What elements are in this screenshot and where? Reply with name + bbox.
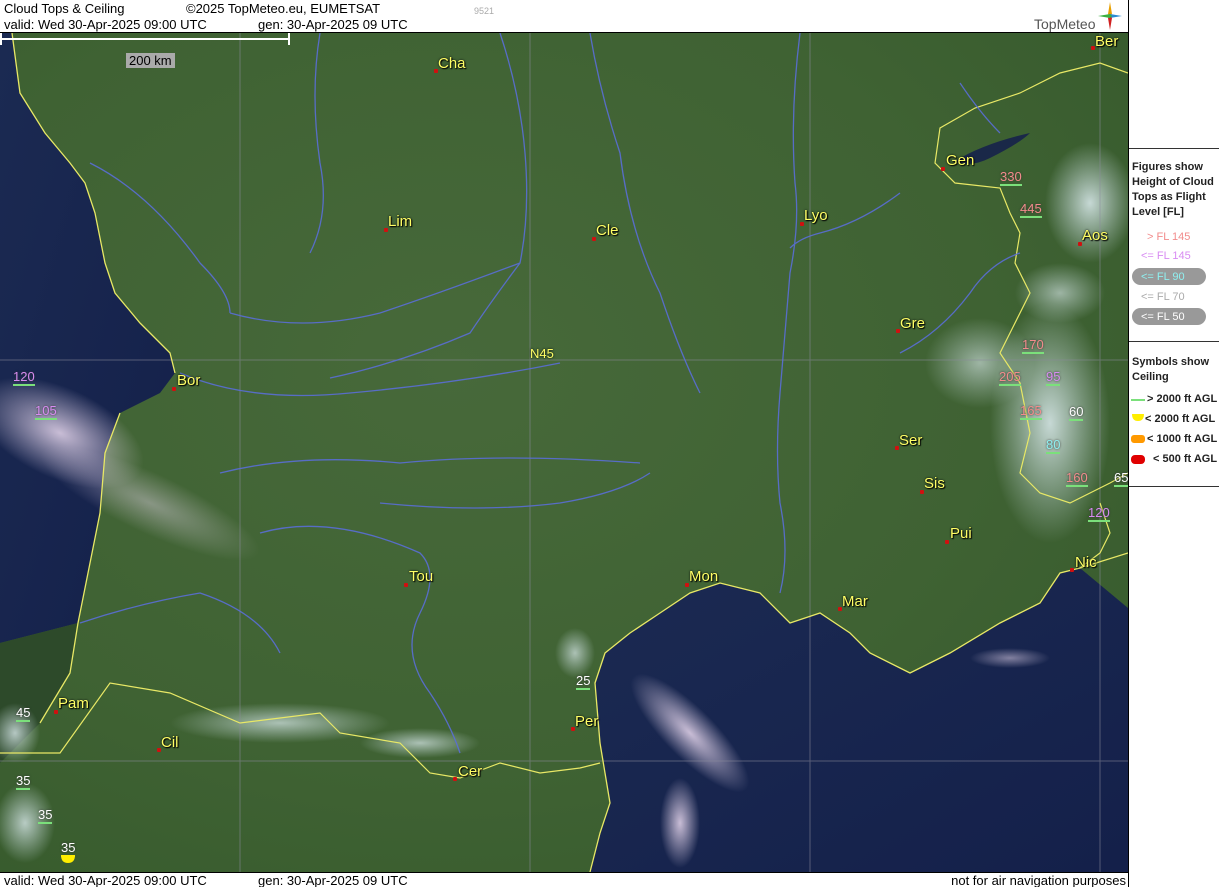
city-label[interactable]: Pam <box>58 695 89 712</box>
city-marker <box>404 583 408 587</box>
generated-time: gen: 30-Apr-2025 09 UTC <box>258 17 408 32</box>
legend-panel: Figures show Height of Cloud Tops as Fli… <box>1128 0 1219 887</box>
product-code: 9521 <box>474 6 495 16</box>
satellite-map[interactable]: 200 km N45 Cha Ber Gen Lim Cle Lyo Aos G… <box>0 33 1128 872</box>
cloud-top-figure: 45 <box>16 705 31 722</box>
city-label[interactable]: Lim <box>388 213 412 230</box>
cloud-top-figure: 445 <box>1020 201 1042 218</box>
logo-text: TopMeteo <box>1034 16 1096 32</box>
city-label[interactable]: Aos <box>1082 227 1108 244</box>
ceiling-orange-icon <box>1131 435 1145 443</box>
cloud-top-figure: 35 <box>16 773 31 790</box>
city-marker <box>945 540 949 544</box>
copyright-text: ©2025 TopMeteo.eu, EUMETSAT <box>186 1 381 16</box>
city-label[interactable]: Cer <box>458 763 482 780</box>
legend-divider <box>1129 148 1219 149</box>
cloud-top-figure: 160 <box>1066 470 1088 487</box>
cloud-top-figure: 120 <box>13 369 35 386</box>
city-label[interactable]: Gen <box>946 152 974 169</box>
legend-fl-90: <= FL 90 <box>1141 271 1185 283</box>
cloud-top-figure: 95 <box>1046 369 1061 386</box>
footer-generated-time: gen: 30-Apr-2025 09 UTC <box>258 873 408 887</box>
city-label[interactable]: Mar <box>842 593 868 610</box>
cloud-top-figure: 205 <box>999 369 1021 386</box>
city-label[interactable]: Mon <box>689 568 718 585</box>
city-label[interactable]: Sis <box>924 475 945 492</box>
cloud-top-figure: 105 <box>35 403 57 420</box>
valid-time: valid: Wed 30-Apr-2025 09:00 UTC <box>4 17 207 32</box>
cloud-top-figure: 60 <box>1069 404 1084 421</box>
cloud-top-figure: 25 <box>576 673 591 690</box>
city-marker <box>172 387 176 391</box>
footer-disclaimer: not for air navigation purposes <box>951 873 1126 887</box>
scale-bar <box>0 33 290 45</box>
map-title: Cloud Tops & Ceiling <box>4 1 125 16</box>
city-label[interactable]: Cle <box>596 222 619 239</box>
scale-label: 200 km <box>126 53 175 68</box>
legend-fl-50: <= FL 50 <box>1141 311 1185 323</box>
legend-symbol-label: < 1000 ft AGL <box>1147 433 1218 445</box>
city-marker <box>453 777 457 781</box>
city-label[interactable]: Cha <box>438 55 466 72</box>
ceiling-red-icon <box>1131 455 1145 464</box>
compass-star-icon <box>1098 2 1122 30</box>
city-label[interactable]: Tou <box>409 568 433 585</box>
cloud-top-figure: 80 <box>1046 437 1061 454</box>
ceiling-yellow-icon <box>1132 414 1144 421</box>
footer-valid-time: valid: Wed 30-Apr-2025 09:00 UTC <box>4 873 207 887</box>
ceiling-green-line-icon <box>1131 399 1145 401</box>
legend-figures-line: Level [FL] <box>1132 206 1184 218</box>
cloud-top-figure: 35 <box>61 840 76 857</box>
legend-fl-above-145: > FL 145 <box>1147 231 1191 243</box>
city-label[interactable]: Ber <box>1095 33 1118 50</box>
city-label[interactable]: Bor <box>177 372 200 389</box>
city-marker <box>1070 568 1074 572</box>
cloud-top-figure: 165 <box>1020 403 1042 420</box>
city-label[interactable]: Ser <box>899 432 922 449</box>
legend-fl-70: <= FL 70 <box>1141 291 1185 303</box>
footer-bar: valid: Wed 30-Apr-2025 09:00 UTC gen: 30… <box>0 872 1128 887</box>
city-label[interactable]: Lyo <box>804 207 828 224</box>
cloud-top-figure: 65 <box>1114 470 1128 487</box>
legend-symbols-line: Ceiling <box>1132 371 1169 383</box>
legend-figures-line: Height of Cloud <box>1132 176 1214 188</box>
city-label[interactable]: Nic <box>1075 554 1097 571</box>
cloud-top-figure: 35 <box>38 807 53 824</box>
cloud-top-figure: 120 <box>1088 505 1110 522</box>
legend-fl-145: <= FL 145 <box>1141 250 1191 262</box>
topmeteo-logo[interactable]: TopMeteo <box>1004 1 1124 32</box>
legend-divider <box>1129 341 1219 342</box>
legend-figures-line: Figures show <box>1132 161 1203 173</box>
latitude-label: N45 <box>530 346 554 361</box>
ceiling-symbol-yellow <box>61 855 75 863</box>
legend-symbol-label: > 2000 ft AGL <box>1147 393 1218 405</box>
city-label[interactable]: Cil <box>161 734 179 751</box>
cloud-top-figure: 170 <box>1022 337 1044 354</box>
city-label[interactable]: Pui <box>950 525 972 542</box>
legend-symbols-line: Symbols show <box>1132 356 1210 368</box>
legend-figures-line: Tops as Flight <box>1132 191 1206 203</box>
city-label[interactable]: Gre <box>900 315 925 332</box>
header-bar: Cloud Tops & Ceiling ©2025 TopMeteo.eu, … <box>0 0 1128 33</box>
city-label[interactable]: Per <box>575 713 598 730</box>
cloud-top-figure: 330 <box>1000 169 1022 186</box>
legend-divider <box>1129 486 1219 487</box>
legend-symbol-label: < 2000 ft AGL <box>1145 413 1216 425</box>
city-marker <box>941 167 945 171</box>
legend-symbol-label: < 500 ft AGL <box>1153 453 1218 465</box>
